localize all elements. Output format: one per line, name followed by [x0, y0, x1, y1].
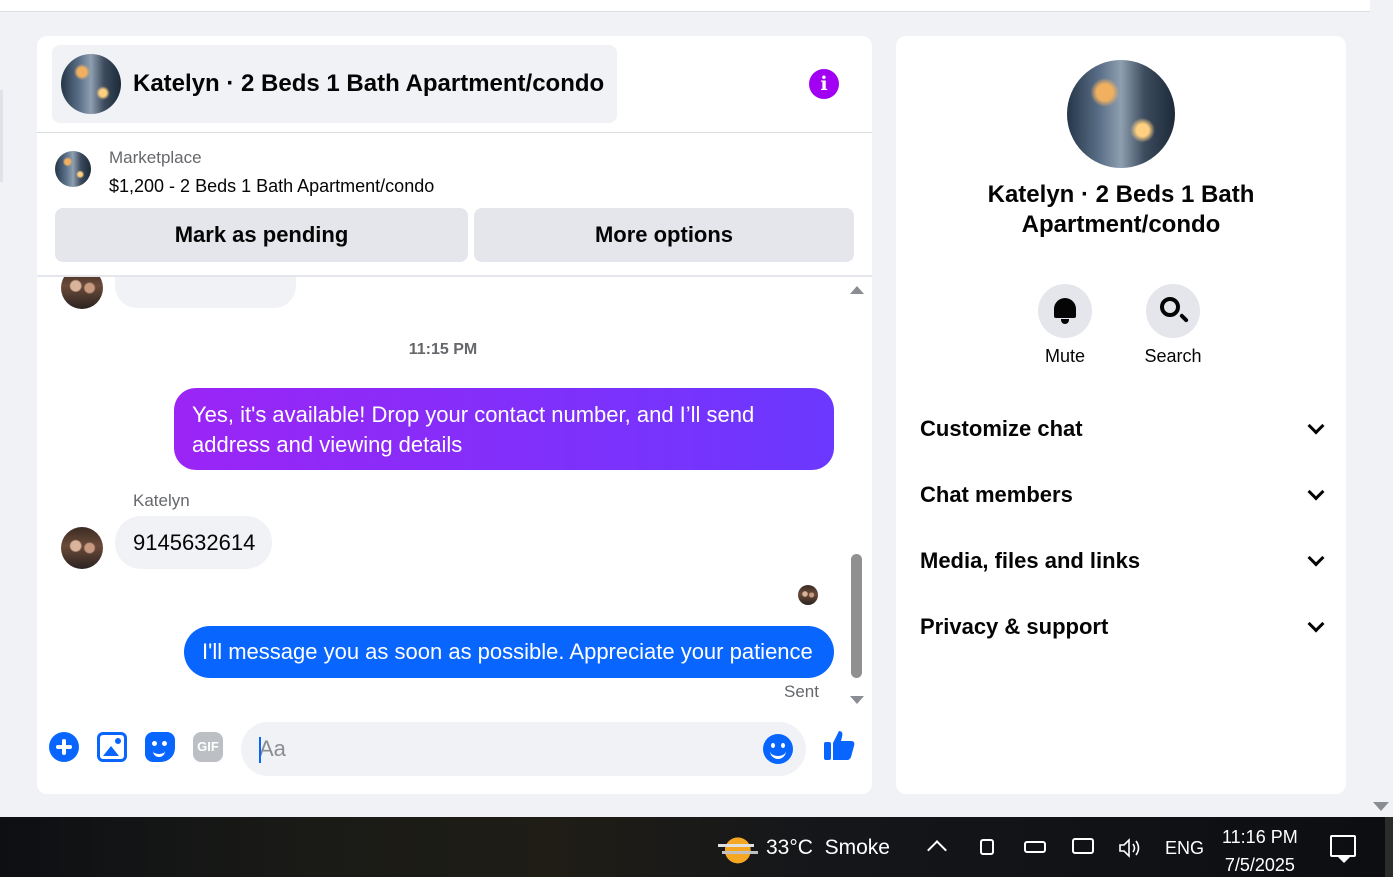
- thumbs-up-icon[interactable]: [822, 728, 856, 762]
- weather-widget[interactable]: 33°C Smoke: [766, 836, 890, 860]
- network-icon[interactable]: [1072, 838, 1094, 854]
- message-list: 11:15 PM Yes, it's available! Drop your …: [37, 277, 872, 703]
- marketplace-label: Marketplace: [109, 148, 202, 167]
- left-panel-edge: [0, 90, 3, 182]
- message-composer: GIF: [37, 716, 872, 776]
- photo-icon[interactable]: [97, 732, 127, 762]
- incoming-message-bubble[interactable]: 9145632614: [115, 516, 272, 569]
- conversation-avatar[interactable]: [1067, 60, 1175, 168]
- search-label: Search: [1144, 346, 1202, 366]
- clock-time: 11:16 PM: [1222, 827, 1298, 847]
- language-indicator[interactable]: ENG: [1165, 838, 1204, 859]
- listing-title[interactable]: $1,200 - 2 Beds 1 Bath Apartment/condo: [109, 176, 434, 197]
- chevron-down-icon: [1307, 417, 1325, 435]
- chat-panel: Katelyn · 2 Beds 1 Bath Apartment/condo …: [37, 36, 872, 794]
- section-privacy-support[interactable]: Privacy & support: [920, 607, 1330, 647]
- page-scrollbar[interactable]: [1370, 0, 1393, 817]
- browser-top-bar: [0, 0, 1370, 12]
- message-status: Sent: [784, 682, 819, 701]
- search-icon: [1160, 297, 1180, 317]
- show-hidden-icons-chevron-icon[interactable]: [927, 840, 947, 860]
- volume-icon[interactable]: [1118, 837, 1144, 859]
- message-timestamp: 11:15 PM: [408, 341, 478, 358]
- bell-icon: [1054, 298, 1076, 324]
- section-label: Media, files and links: [920, 548, 1141, 573]
- search-button[interactable]: [1146, 284, 1200, 338]
- seen-indicator-avatar: [798, 585, 818, 605]
- conversation-title: Katelyn · 2 Beds 1 Bath Apartment/condo: [987, 181, 1255, 238]
- gif-icon[interactable]: GIF: [193, 732, 223, 762]
- chevron-down-icon: [1307, 549, 1325, 567]
- chat-title: Katelyn · 2 Beds 1 Bath Apartment/condo: [133, 70, 605, 97]
- more-options-button[interactable]: More options: [474, 208, 854, 262]
- emoji-icon[interactable]: [763, 734, 793, 764]
- sticker-icon[interactable]: [145, 732, 175, 762]
- outgoing-message-bubble[interactable]: Yes, it's available! Drop your contact n…: [174, 388, 834, 470]
- sender-name: Katelyn: [133, 491, 190, 510]
- notification-center-icon[interactable]: [1330, 835, 1356, 863]
- scroll-down-arrow-icon[interactable]: [1373, 802, 1389, 811]
- scrollbar-thumb[interactable]: [851, 554, 862, 678]
- message-input-container[interactable]: [241, 722, 806, 776]
- previous-message-bubble: [115, 277, 296, 308]
- chevron-down-icon: [1307, 615, 1325, 633]
- scroll-down-arrow-icon[interactable]: [850, 696, 864, 704]
- weather-icon[interactable]: [718, 830, 754, 864]
- message-input[interactable]: [259, 722, 739, 776]
- info-icon[interactable]: i: [809, 69, 839, 99]
- weather-condition: Smoke: [824, 836, 890, 859]
- meet-now-icon[interactable]: [980, 839, 994, 855]
- text-caret: [259, 737, 261, 763]
- chevron-down-icon: [1307, 483, 1325, 501]
- chat-header-title-button[interactable]: Katelyn · 2 Beds 1 Bath Apartment/condo: [52, 45, 617, 123]
- section-label: Privacy & support: [920, 614, 1109, 639]
- section-media-files-links[interactable]: Media, files and links: [920, 541, 1330, 581]
- listing-thumbnail[interactable]: [55, 151, 91, 187]
- outgoing-message-bubble[interactable]: I'll message you as soon as possible. Ap…: [184, 626, 834, 678]
- mark-as-pending-button[interactable]: Mark as pending: [55, 208, 468, 262]
- windows-taskbar: 33°C Smoke ENG 11:16 PM 7/5/2025: [0, 817, 1393, 877]
- mute-label: Mute: [1044, 346, 1086, 366]
- weather-temperature: 33°C: [766, 836, 813, 859]
- battery-icon[interactable]: [1024, 841, 1046, 853]
- section-label: Chat members: [920, 482, 1073, 507]
- scroll-up-arrow-icon[interactable]: [850, 286, 864, 294]
- section-customize-chat[interactable]: Customize chat: [920, 409, 1330, 449]
- mute-button[interactable]: [1038, 284, 1092, 338]
- section-chat-members[interactable]: Chat members: [920, 475, 1330, 515]
- listing-avatar: [61, 54, 121, 114]
- clock-date: 7/5/2025: [1224, 855, 1295, 875]
- show-desktop-button[interactable]: [1385, 817, 1393, 877]
- clock[interactable]: 11:16 PM 7/5/2025: [1222, 823, 1298, 877]
- conversation-info-panel: Katelyn · 2 Beds 1 Bath Apartment/condo …: [896, 36, 1346, 794]
- header-divider: [37, 132, 872, 133]
- section-label: Customize chat: [920, 416, 1083, 441]
- message-scrollbar[interactable]: [849, 286, 865, 704]
- avatar[interactable]: [61, 277, 103, 309]
- plus-icon[interactable]: [49, 732, 79, 762]
- avatar[interactable]: [61, 527, 103, 569]
